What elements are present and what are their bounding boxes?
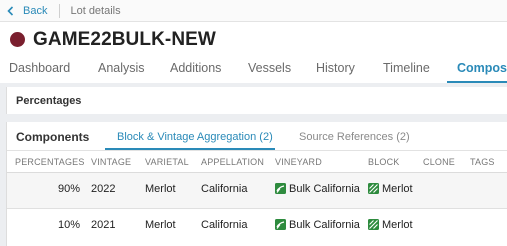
subtab-block-vintage-aggregation[interactable]: Block & Vintage Aggregation (2) <box>117 131 273 143</box>
breadcrumb: Lot details <box>70 4 121 17</box>
top-bar: Back Lot details <box>0 0 507 22</box>
vintage-cell: 2021 <box>91 219 116 231</box>
tab-additions[interactable]: Additions <box>170 61 221 75</box>
table-row[interactable]: 90% 2022 Merlot California Bulk Californ… <box>7 173 507 208</box>
page-title: GAME22BULK-NEW <box>33 28 216 50</box>
tab-timeline[interactable]: Timeline <box>383 61 430 75</box>
lot-color-dot <box>10 32 25 47</box>
subtab-source-references[interactable]: Source References (2) <box>299 131 410 143</box>
column-header-tags: TAGS <box>470 157 495 167</box>
tab-analysis[interactable]: Analysis <box>98 61 145 75</box>
vineyard-cell[interactable]: Bulk California <box>289 183 360 195</box>
varietal-cell: Merlot <box>145 183 176 195</box>
block-cell[interactable]: Merlot <box>382 219 413 231</box>
column-header-varietal: VARIETAL <box>145 157 189 167</box>
column-header-clone: CLONE <box>423 157 456 167</box>
appellation-cell: California <box>201 183 248 195</box>
vineyard-cell[interactable]: Bulk California <box>289 219 360 231</box>
tab-composition[interactable]: Composit <box>457 61 507 75</box>
column-header-vineyard: VINEYARD <box>275 157 322 167</box>
divider <box>59 3 61 18</box>
table-row[interactable]: 10% 2021 Merlot California Bulk Californ… <box>7 209 507 244</box>
column-header-vintage: VINTAGE <box>91 157 132 167</box>
block-icon <box>368 183 379 194</box>
components-title: Components <box>16 130 90 144</box>
varietal-cell: Merlot <box>145 219 176 231</box>
percentages-title: Percentages <box>16 95 82 107</box>
lot-header: GAME22BULK-NEW <box>0 22 507 57</box>
block-cell[interactable]: Merlot <box>382 183 413 195</box>
back-label: Back <box>23 4 48 17</box>
percentage-cell: 10% <box>57 219 80 231</box>
block-icon <box>368 219 379 230</box>
divider <box>7 150 507 151</box>
tab-bar: Dashboard Analysis Additions Vessels His… <box>0 57 507 84</box>
vineyard-icon <box>275 183 286 194</box>
back-button[interactable]: Back <box>4 4 47 18</box>
components-panel: Components Block & Vintage Aggregation (… <box>6 122 507 246</box>
tab-vessels[interactable]: Vessels <box>248 61 291 75</box>
column-header-appellation: APPELLATION <box>201 157 265 167</box>
tab-history[interactable]: History <box>316 61 355 75</box>
column-header-percentages: PERCENTAGES <box>15 157 85 167</box>
percentages-panel: Percentages <box>6 87 507 114</box>
tab-dashboard[interactable]: Dashboard <box>9 61 70 75</box>
percentage-cell: 90% <box>57 183 80 195</box>
column-header-block: BLOCK <box>368 157 400 167</box>
vineyard-icon <box>275 219 286 230</box>
appellation-cell: California <box>201 219 248 231</box>
content-area: Percentages Components Block & Vintage A… <box>0 83 507 246</box>
vintage-cell: 2022 <box>91 183 116 195</box>
chevron-left-icon <box>4 4 18 18</box>
